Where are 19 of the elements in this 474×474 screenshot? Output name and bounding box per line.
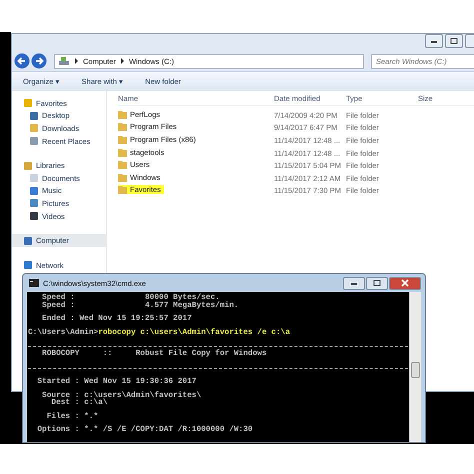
scrollbar[interactable]: [409, 292, 421, 442]
maximize-button[interactable]: [445, 34, 463, 48]
minimize-icon: [430, 38, 438, 44]
console-icon: [29, 279, 39, 287]
minimize-icon: [350, 280, 358, 286]
minimize-button[interactable]: [425, 34, 443, 48]
maximize-icon: [373, 280, 381, 286]
forward-button[interactable]: [31, 53, 47, 69]
maximize-icon: [450, 38, 458, 44]
close-icon: [401, 279, 409, 287]
maximize-button[interactable]: [366, 276, 388, 290]
chevron-icon: [120, 58, 125, 64]
back-button[interactable]: [14, 53, 30, 69]
minimize-button[interactable]: [343, 276, 365, 290]
drive-icon: [58, 56, 70, 66]
chevron-icon: [74, 58, 79, 64]
nav-icon: [24, 261, 32, 270]
nav-icon: [24, 236, 32, 245]
close-button[interactable]: [389, 276, 421, 290]
